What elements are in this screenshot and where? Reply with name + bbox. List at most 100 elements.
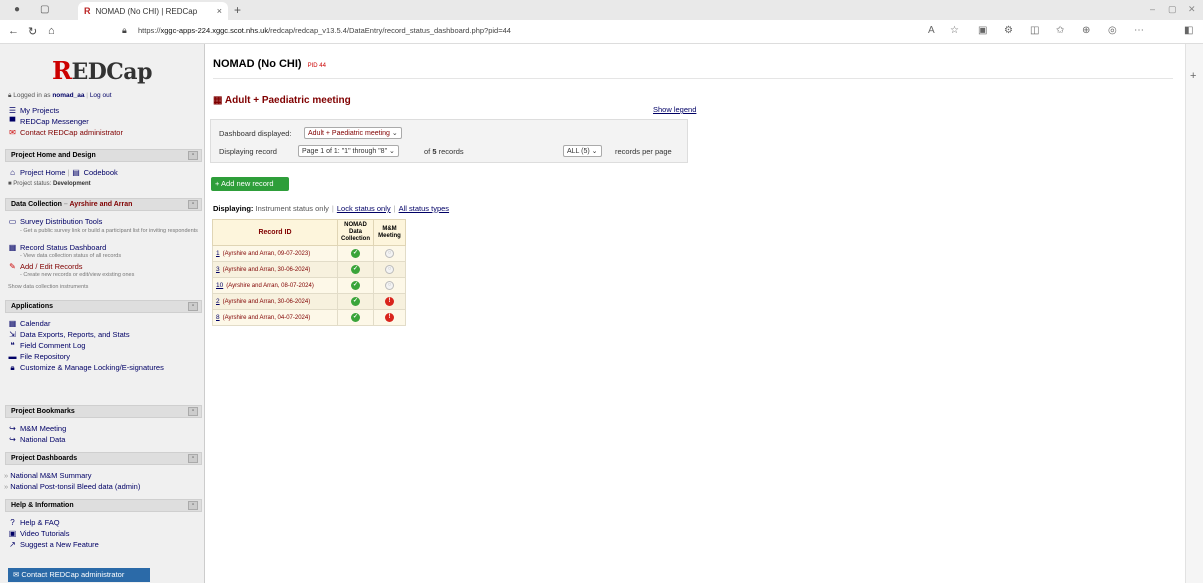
collapse-icon[interactable]: - [188,151,198,160]
copilot-icon[interactable]: ◎ [1108,25,1117,36]
suggest-feature-link[interactable]: ↗ Suggest a New Feature [8,540,99,549]
display-all-status[interactable]: All status types [399,204,449,213]
chevron-down-icon: ⌄ [591,148,598,155]
collapse-icon[interactable]: - [188,302,198,311]
mm-status-cell: ! [373,293,406,310]
logged-in-label: Logged in as [13,92,51,99]
url-field[interactable]: https://xggc-apps-224.xggc.scot.nhs.uk/r… [138,26,511,35]
status-green-icon[interactable]: ✓ [351,313,360,322]
status-grey-icon[interactable]: ○ [385,265,394,274]
page-select[interactable]: Page 1 of 1: "1" through "8" ⌄ [298,145,399,157]
survey-icon: ▭ [8,217,17,226]
record-info: (Ayrshire and Arran, 09-07-2023) [222,251,311,257]
question-circle-icon: ? [10,518,15,527]
add-new-record-button[interactable]: + Add new record [211,177,289,191]
collections-icon[interactable]: ⊕ [1082,25,1090,36]
bookmark-national-data[interactable]: ↪ National Data [8,435,65,444]
workspaces-icon[interactable]: ▢ [40,4,49,15]
refresh-icon[interactable]: ↻ [28,25,37,38]
video-tutorials-link[interactable]: ▣ Video Tutorials [8,529,70,538]
locking-label: Customize & Manage Locking/E-signatures [20,363,164,372]
close-tab-icon[interactable]: × [217,6,222,16]
status-green-icon[interactable]: ✓ [351,249,360,258]
status-green-icon[interactable]: ✓ [351,297,360,306]
collapse-icon[interactable]: - [188,454,198,463]
show-instruments-link[interactable]: Show data collection instruments [8,284,88,290]
codebook-link[interactable]: Codebook [84,168,118,177]
record-status-label: Record Status Dashboard [20,243,107,252]
contact-admin-button[interactable]: ✉ Contact REDCap administrator [8,568,150,582]
browser-tab-bar: ● ▢ R NOMAD (No CHI) | REDCap × + – ▢ ✕ [0,0,1203,20]
new-tab-button[interactable]: + [234,3,241,17]
record-id-link[interactable]: 8 [216,314,220,321]
dashboard-post-tonsil[interactable]: » National Post-tonsil Bleed data (admin… [4,482,140,491]
collapse-icon[interactable]: - [188,200,198,209]
maximize-icon[interactable]: ▢ [1168,4,1177,15]
extension-icon[interactable]: ▣ [978,25,987,36]
bookmark-mm-meeting[interactable]: ↪ M&M Meeting [8,424,66,433]
status-grey-icon[interactable]: ○ [385,281,394,290]
logout-link[interactable]: Log out [90,92,112,99]
project-home-link[interactable]: ⌂ Project Home | ▤ Codebook [8,168,118,177]
nomad-status-cell: ✓ [337,261,374,278]
locking-link[interactable]: 🔒︎ Customize & Manage Locking/E-signature… [8,363,164,373]
lock-icon: 🔒︎ [122,25,127,35]
status-red-icon[interactable]: ! [385,297,394,306]
record-id-link[interactable]: 2 [216,298,220,305]
favorite-star-icon[interactable]: ☆ [950,25,959,36]
contact-button-label: Contact REDCap administrator [21,570,125,579]
add-sidebar-app-icon[interactable]: + [1190,70,1196,82]
split-screen-icon[interactable]: ◫ [1030,25,1039,36]
home-icon[interactable]: ⌂ [48,25,55,37]
of-text: of [424,147,431,156]
more-icon[interactable]: ⋯ [1134,25,1144,36]
section-title: Project Bookmarks [11,408,75,415]
per-page-select[interactable]: ALL (5) ⌄ [563,145,602,157]
collapse-icon[interactable]: - [188,501,198,510]
close-window-icon[interactable]: ✕ [1188,4,1196,15]
file-repository-link[interactable]: ▬ File Repository [8,352,71,361]
display-lock-status[interactable]: Lock status only [337,204,391,213]
back-icon[interactable]: ← [8,25,19,37]
record-id-cell: 8 (Ayrshire and Arran, 04-07-2024) [212,309,338,326]
messenger-link[interactable]: ▀ REDCap Messenger [8,117,89,126]
survey-tools-desc: - Get a public survey link or build a pa… [20,228,198,234]
sign-in-icon: ↪ [9,424,16,433]
add-edit-records-link[interactable]: ✎ Add / Edit Records [8,262,82,271]
show-legend-link[interactable]: Show legend [653,105,696,114]
sidebar-toggle-icon[interactable]: ◧ [1184,25,1193,36]
survey-tools-link[interactable]: ▭ Survey Distribution Tools [8,217,103,226]
calendar-link[interactable]: ▦ Calendar [8,319,51,328]
lock-icon: 🔒︎ [10,363,15,372]
record-id-link[interactable]: 3 [216,266,220,273]
status-grey-icon[interactable]: ○ [385,249,394,258]
record-status-desc: - View data collection status of all rec… [20,253,122,259]
field-comment-log-link[interactable]: ❝ Field Comment Log [8,341,85,350]
collapse-icon[interactable]: - [188,407,198,416]
browser-tab[interactable]: R NOMAD (No CHI) | REDCap × [78,2,228,20]
help-faq-link[interactable]: ? Help & FAQ [8,518,59,527]
section-title: Applications [11,303,54,310]
status-red-icon[interactable]: ! [385,313,394,322]
profile-icon[interactable]: ● [14,4,20,15]
col-record-id[interactable]: Record ID [212,219,338,246]
read-aloud-icon[interactable]: A [928,25,935,36]
redcap-logo[interactable]: REDCap [52,56,152,85]
dashboard-select[interactable]: Adult + Paediatric meeting ⌄ [304,127,402,139]
minimize-icon[interactable]: – [1150,4,1155,14]
dashboard-label: National Post-tonsil Bleed data (admin) [10,482,141,491]
my-projects-link[interactable]: ☰ My Projects [8,106,59,115]
display-instrument-status[interactable]: Instrument status only [256,204,329,213]
table-row: 1 (Ayrshire and Arran, 09-07-2023) ✓ ○ [212,245,406,262]
contact-admin-link[interactable]: ✉ Contact REDCap administrator [8,128,123,137]
dashboard-mm-summary[interactable]: » National M&M Summary [4,471,92,480]
status-green-icon[interactable]: ✓ [351,281,360,290]
data-exports-link[interactable]: ⇲ Data Exports, Reports, and Stats [8,330,130,339]
settings-icon[interactable]: ⚙ [1004,25,1013,36]
favorites-icon[interactable]: ✩ [1056,25,1064,36]
status-green-icon[interactable]: ✓ [351,265,360,274]
record-id-link[interactable]: 1 [216,250,220,257]
section-dashboards: Project Dashboards - [5,452,202,465]
record-status-link[interactable]: ▦ Record Status Dashboard [8,243,107,252]
record-id-link[interactable]: 10 [216,282,223,289]
